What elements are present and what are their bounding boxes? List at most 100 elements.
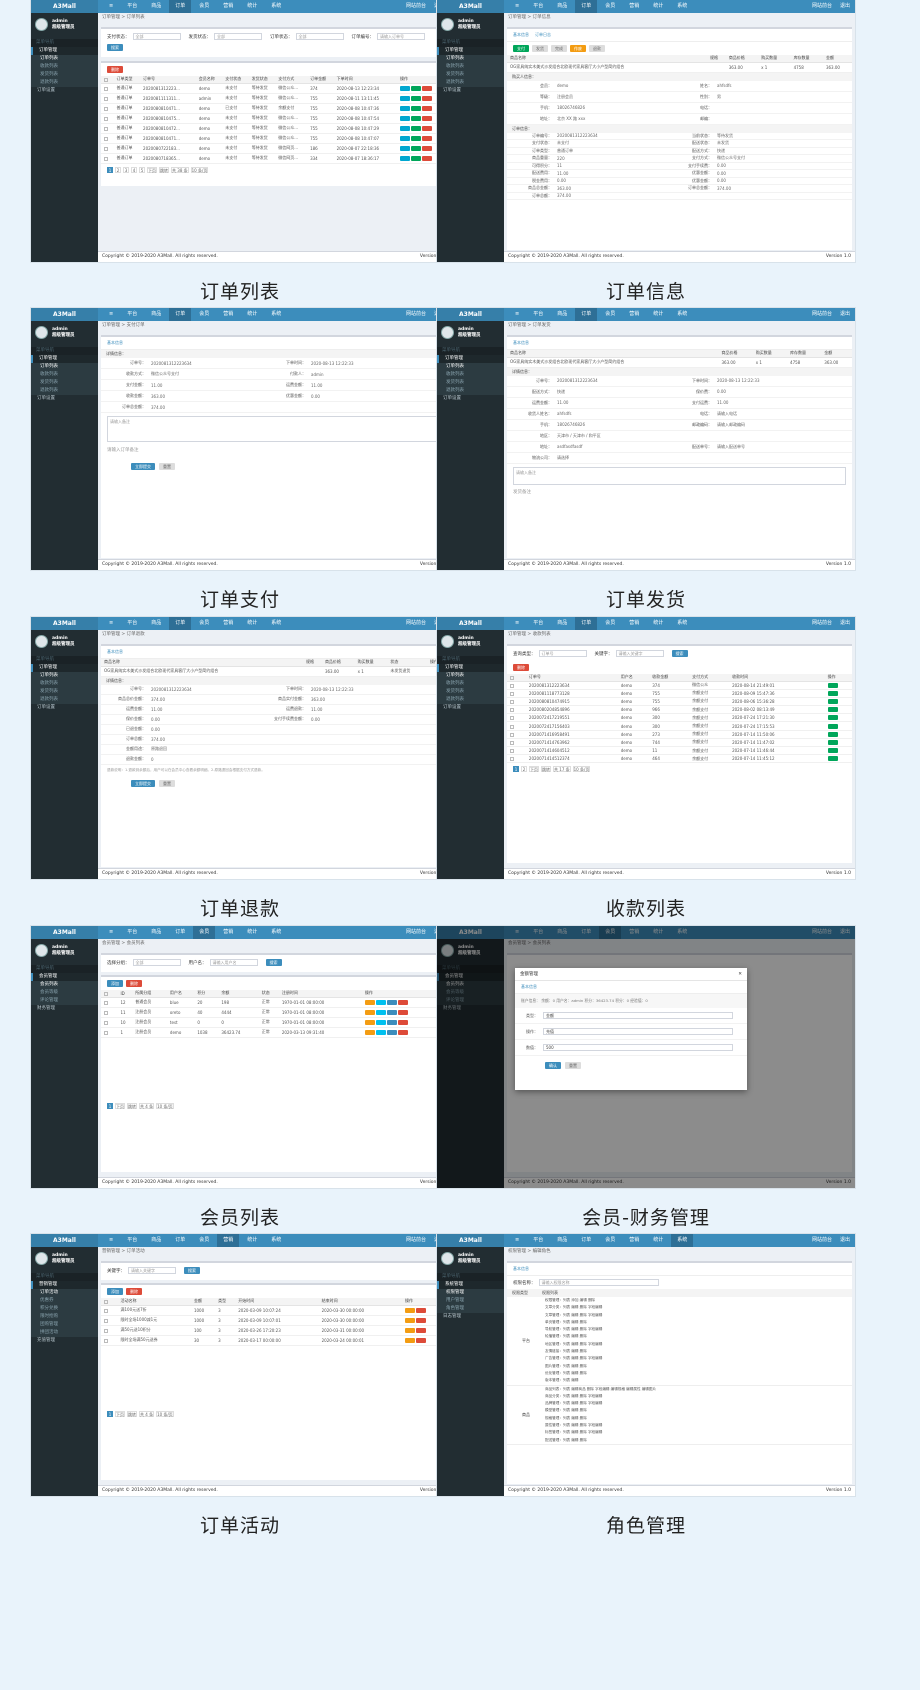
page-button[interactable]: 下页	[529, 766, 539, 773]
action-button[interactable]	[364, 1019, 375, 1025]
action-button[interactable]	[415, 1307, 426, 1313]
brand-logo[interactable]: A3Mall	[31, 926, 98, 939]
add-button[interactable]: 添加	[107, 1288, 123, 1295]
sidebar-item[interactable]: 角色管理	[437, 1305, 504, 1313]
order-action-button[interactable]: 作废	[570, 45, 586, 52]
sidebar-item[interactable]: 退款列表	[437, 79, 504, 87]
top-nav-item[interactable]: 系统	[265, 617, 287, 630]
action-button[interactable]	[400, 125, 411, 131]
field-value[interactable]: 2020-08-13 12:22:33	[311, 687, 421, 692]
field-value[interactable]: 原路退回	[151, 746, 261, 752]
top-nav-item[interactable]: 会员	[599, 617, 621, 630]
modal-tab[interactable]: 基本信息	[515, 981, 747, 994]
row-checkbox[interactable]	[101, 997, 118, 1008]
note-textarea[interactable]: 请输入备注	[107, 416, 440, 442]
top-nav-item[interactable]: 商品	[145, 1234, 167, 1247]
field-value[interactable]: 0.00	[717, 178, 827, 183]
row-checkbox[interactable]	[101, 1017, 118, 1028]
sidebar-item[interactable]: 订单管理	[31, 664, 98, 672]
field-value[interactable]: 0.00	[557, 178, 667, 183]
action-button[interactable]	[422, 135, 433, 141]
action-button[interactable]	[400, 95, 411, 101]
note-textarea[interactable]: 请输入备注	[513, 466, 846, 485]
page-button[interactable]: 共 4 条	[139, 1102, 155, 1109]
field-value[interactable]: 2020081312223634	[557, 378, 667, 383]
top-nav-item[interactable]: 营销	[623, 617, 645, 630]
top-nav-item[interactable]: 统计	[241, 1234, 263, 1247]
permission-line[interactable]: 商品分类：列表 编辑 删除 字段编辑	[545, 1393, 656, 1400]
action-button[interactable]	[411, 95, 422, 101]
frontend-link[interactable]: 网站前台	[406, 926, 426, 939]
select-all-checkbox[interactable]	[101, 76, 114, 84]
page-button[interactable]: 下页	[147, 166, 157, 173]
field-value[interactable]: demo	[557, 83, 667, 88]
sidebar-item[interactable]: 订单管理	[437, 47, 504, 55]
menu-toggle-icon[interactable]: ≡	[509, 1234, 525, 1247]
action-button[interactable]	[411, 155, 422, 161]
action-button[interactable]	[411, 125, 422, 131]
sidebar-item[interactable]: 拼团活动	[31, 1329, 98, 1337]
page-button[interactable]: 1	[107, 1410, 113, 1417]
table-row[interactable]: 2020081118773128 demo 755 余额支付 2020-08-09 15…	[507, 689, 852, 698]
row-checkbox[interactable]	[101, 1027, 118, 1038]
table-row[interactable]: 普通订单 2020080718365... demo 未支付 等待发货 微信网页... 33…	[101, 153, 446, 164]
sidebar-item[interactable]: 发货列表	[437, 379, 504, 387]
add-button[interactable]: 添加	[107, 980, 123, 987]
tab[interactable]: 基本信息	[513, 32, 529, 37]
action-button[interactable]	[375, 1029, 386, 1035]
table-row[interactable]: 2020071414512374 demo 464 余额支付 2020-07-14 11…	[507, 754, 852, 764]
field-value[interactable]: 男	[717, 94, 827, 100]
filter-input[interactable]: 全部	[295, 33, 344, 40]
field-value[interactable]: 注册会员	[557, 94, 667, 100]
top-nav-item[interactable]: 平台	[527, 617, 549, 630]
action-button[interactable]	[375, 1009, 386, 1015]
field-value[interactable]: 等待发货	[717, 133, 827, 139]
filter-input[interactable]: 请输入用户名	[209, 959, 258, 966]
top-nav-item[interactable]: 统计	[241, 308, 263, 321]
delete-button[interactable]: 删除	[513, 664, 529, 671]
field-value[interactable]: 请选择	[557, 455, 667, 461]
action-button[interactable]	[397, 1009, 408, 1015]
permission-line[interactable]: 轮播管理：列表 编辑 删除	[545, 1333, 602, 1340]
page-button[interactable]: 10 条/页	[572, 766, 591, 773]
action-button[interactable]	[827, 698, 838, 704]
sidebar-item[interactable]: 订单列表	[437, 363, 504, 371]
tab[interactable]: 基本信息	[507, 1263, 852, 1276]
sidebar-item[interactable]: 系统管理	[437, 1281, 504, 1289]
field-value[interactable]: 220	[557, 156, 667, 161]
permission-line[interactable]: 文章分类：列表 编辑 删除 字段编辑	[545, 1304, 602, 1311]
field-value[interactable]: 11	[557, 163, 667, 168]
sidebar-item[interactable]: 收款列表	[437, 63, 504, 71]
brand-logo[interactable]: A3Mall	[437, 617, 504, 630]
sidebar-item[interactable]: 限时抢购	[31, 1313, 98, 1321]
tab[interactable]: 基本信息	[507, 337, 852, 350]
sidebar-item[interactable]: 收款列表	[437, 680, 504, 688]
table-row[interactable]: 1 注册会员 demo 1038 36423.74 正常 2020-03-13 09:31:…	[101, 1027, 446, 1038]
page-button[interactable]: 2	[521, 766, 527, 773]
action-button[interactable]	[400, 145, 411, 151]
row-checkbox[interactable]	[507, 746, 526, 756]
action-button[interactable]	[386, 1019, 397, 1025]
brand-logo[interactable]: A3Mall	[437, 1234, 504, 1247]
field-value[interactable]: 18026746826	[557, 422, 667, 427]
top-nav-item[interactable]: 营销	[623, 0, 645, 13]
action-button[interactable]	[422, 85, 433, 91]
action-button[interactable]	[827, 748, 838, 754]
sidebar-item[interactable]: 订单列表	[31, 55, 98, 63]
action-button[interactable]	[386, 999, 397, 1005]
page-button[interactable]: 4	[131, 166, 137, 173]
page-button[interactable]: 10 条/页	[156, 1410, 174, 1417]
field-value[interactable]: 0.00	[717, 171, 827, 176]
permission-line[interactable]: 文章管理：列表 编辑 删除 字段编辑	[545, 1312, 602, 1319]
sidebar-item[interactable]: 收款列表	[437, 371, 504, 379]
logout-link[interactable]: 退出	[840, 0, 850, 13]
sidebar-item[interactable]: 订单设置	[31, 87, 98, 95]
permission-line[interactable]: 模型管理：列表 编辑 删除	[545, 1407, 656, 1414]
permission-type[interactable]: 平台	[507, 1297, 545, 1385]
action-button[interactable]	[415, 1317, 426, 1323]
top-nav-item[interactable]: 统计	[647, 617, 669, 630]
row-checkbox[interactable]	[101, 1315, 118, 1326]
field-value[interactable]: 2020081312223634	[151, 687, 261, 692]
row-checkbox[interactable]	[507, 705, 526, 715]
top-nav-item[interactable]: 平台	[121, 926, 143, 939]
